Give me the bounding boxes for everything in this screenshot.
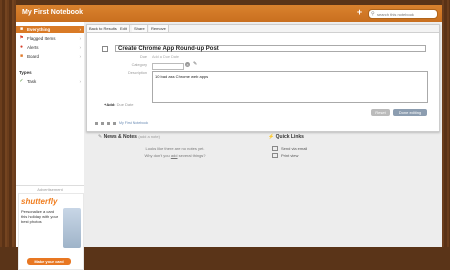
news-empty-suffix: several things? (178, 153, 206, 158)
chevron-right-icon: › (79, 54, 82, 59)
sidebar-item-board[interactable]: ■ Board › (16, 53, 84, 60)
chevron-right-icon: › (79, 45, 82, 50)
notebook-icon (113, 121, 116, 125)
advertisement[interactable]: shutterfly Personalize a card this holid… (18, 193, 84, 270)
quick-link-label: Send via email (281, 146, 308, 151)
wood-background-right (442, 0, 450, 251)
news-title: News & Notes (103, 134, 137, 140)
app-window: My First Notebook + ⚲ ■ Everything › ⚑ F… (0, 0, 450, 270)
tab-edit[interactable]: Edit (118, 25, 130, 32)
ad-cta-button[interactable]: Make your card (27, 258, 71, 265)
quick-link-label: Print view (281, 153, 299, 158)
board-icon: ■ (19, 53, 24, 59)
sidebar: ■ Everything › ⚑ Flagged Items › ● Alert… (16, 22, 84, 270)
news-notes-heading: ✎ News & Notes (add a note) (98, 134, 160, 140)
app-header: My First Notebook + ⚲ (16, 5, 442, 23)
add-note-button[interactable]: + (355, 8, 364, 17)
note-editor: Back to Results Edit Share Remove Create… (86, 24, 440, 132)
sidebar-item-label: Everything (27, 27, 51, 32)
quick-links-icon: ⚡ (268, 134, 275, 140)
add-field-row: +Add: Due Date (104, 102, 133, 107)
quick-link-print[interactable]: Print view (272, 153, 299, 159)
sidebar-item-label: Board (27, 54, 40, 59)
attach-icon[interactable] (107, 121, 110, 125)
task-checkbox[interactable] (102, 46, 108, 52)
note-tabs: Back to Results Edit Share Remove (87, 25, 439, 33)
sidebar-item-alerts[interactable]: ● Alerts › (16, 44, 84, 51)
description-text: 10 bad ass Chrome web apps (155, 74, 209, 79)
types-heading: Types (19, 70, 32, 75)
due-date-link[interactable]: Add a Due Date (152, 55, 179, 59)
sidebar-item-everything[interactable]: ■ Everything › (16, 26, 84, 33)
print-icon (272, 153, 278, 159)
sidebar-item-label: Alerts (27, 45, 39, 50)
add-due-date-link[interactable]: Due Date (117, 102, 134, 107)
news-empty-prefix: Why don't you (144, 153, 170, 158)
tab-share[interactable]: Share (132, 25, 148, 32)
ad-photo (63, 208, 81, 248)
note-title-field[interactable]: Create Chrome App Round-up Post (115, 45, 426, 52)
category-select[interactable] (152, 63, 184, 70)
notebook-link[interactable]: My First Notebook (119, 121, 148, 125)
tab-back-to-results[interactable]: Back to Results (87, 25, 120, 32)
everything-icon: ■ (19, 26, 24, 32)
advertisement-heading: Advertisement (16, 185, 84, 192)
pencil-icon[interactable]: ✎ (193, 61, 197, 67)
flag-icon[interactable] (95, 121, 98, 125)
search-input[interactable] (377, 11, 435, 17)
email-icon (272, 146, 278, 152)
main-content: Back to Results Edit Share Remove Create… (84, 22, 442, 247)
chevron-right-icon: › (79, 79, 82, 84)
done-editing-button[interactable]: Done editing (393, 109, 427, 116)
clear-icon[interactable]: × (185, 62, 190, 67)
wood-background-left (0, 0, 16, 251)
search-icon: ⚲ (371, 11, 375, 17)
category-label: Category (131, 63, 147, 67)
notebook-title: My First Notebook (22, 9, 84, 16)
quick-link-email[interactable]: Send via email (272, 146, 308, 152)
quick-links-heading: ⚡ Quick Links (268, 134, 304, 140)
add-label: +Add: (104, 102, 116, 107)
add-note-link[interactable]: (add a note) (138, 134, 160, 139)
news-icon: ✎ (98, 134, 103, 140)
sidebar-item-label: Flagged Items (27, 36, 56, 41)
news-empty-line2: Why don't you add several things? (130, 153, 220, 159)
news-empty-line1: Looks like there are no notes yet. (145, 146, 205, 151)
note-footer: My First Notebook (95, 121, 148, 125)
tab-remove[interactable]: Remove (149, 25, 169, 32)
news-add-link[interactable]: add (171, 153, 178, 158)
ad-text: Personalize a card this holiday with you… (21, 209, 59, 224)
lock-icon[interactable] (101, 121, 104, 125)
ad-logo: shutterfly (21, 197, 58, 206)
search-box[interactable]: ⚲ (368, 9, 438, 19)
alert-icon: ● (19, 44, 24, 50)
description-label: Description (128, 71, 147, 75)
quick-links-title: Quick Links (275, 134, 304, 140)
description-field[interactable]: 10 bad ass Chrome web apps (152, 71, 428, 103)
flag-icon: ⚑ (19, 35, 24, 41)
reset-button[interactable]: Reset (371, 109, 390, 116)
sidebar-item-task[interactable]: ✓ Task › (16, 78, 84, 85)
chevron-right-icon: › (79, 36, 82, 41)
sidebar-item-flagged[interactable]: ⚑ Flagged Items › (16, 35, 84, 42)
checkmark-icon: ✓ (19, 78, 24, 84)
due-label: Due (140, 55, 147, 59)
chevron-right-icon: › (79, 27, 82, 32)
sidebar-item-label: Task (27, 79, 37, 84)
